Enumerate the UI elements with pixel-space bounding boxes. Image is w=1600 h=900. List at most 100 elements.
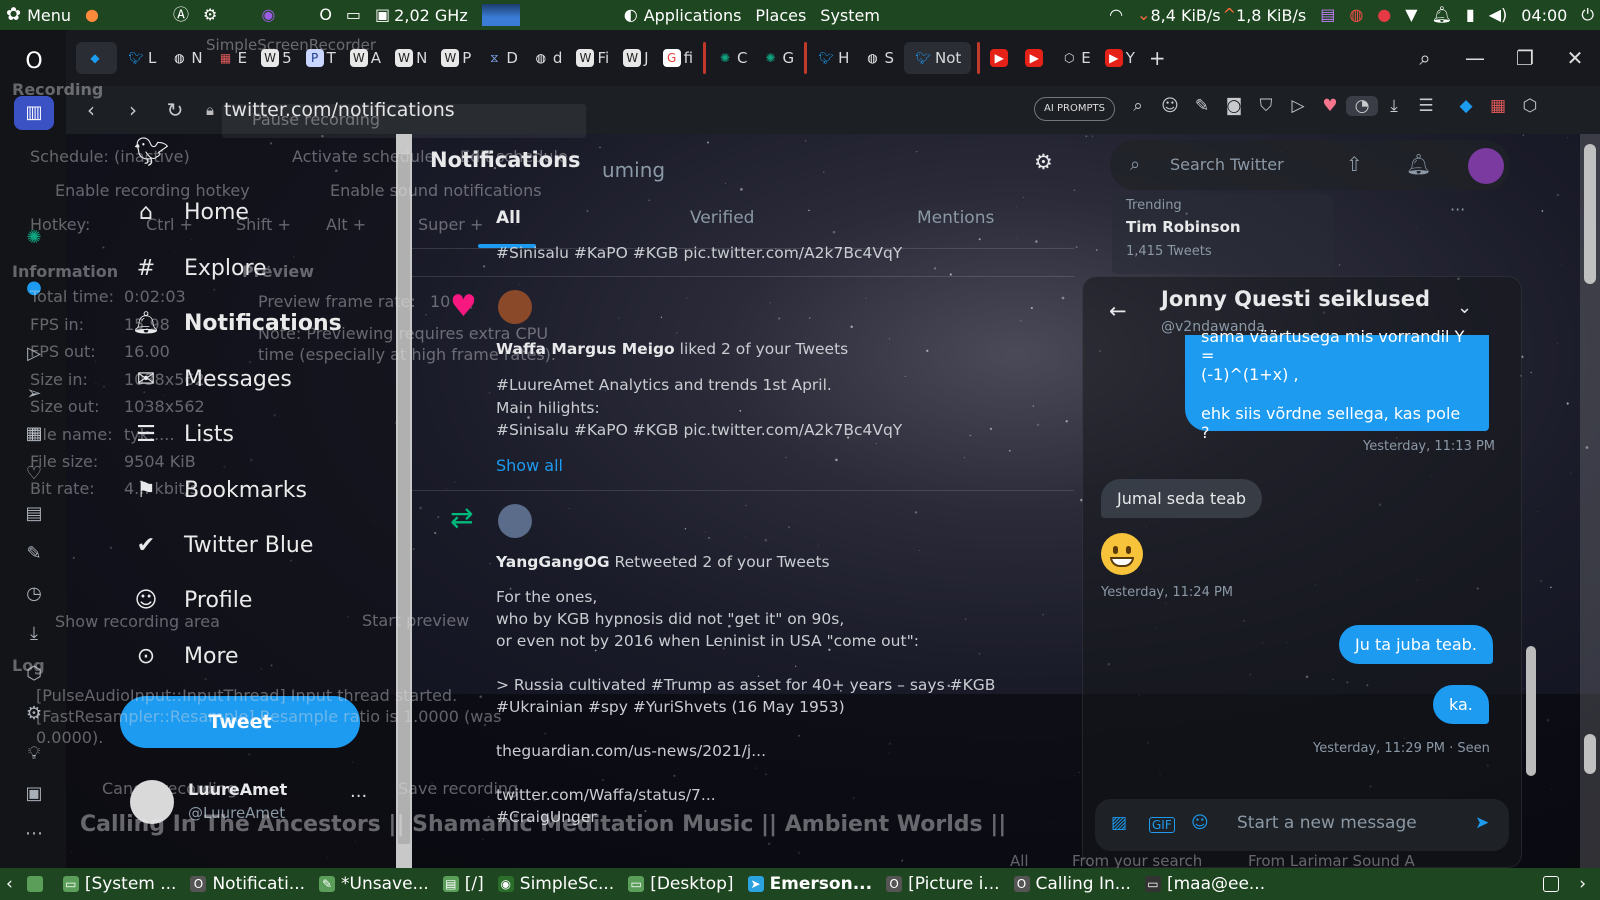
camera-icon[interactable]: ◙ — [1218, 96, 1250, 116]
avatar[interactable] — [1468, 148, 1504, 184]
system-menu[interactable]: System — [820, 6, 880, 25]
browser-tab[interactable]: WJ — [619, 42, 652, 74]
browser-tab[interactable]: WP — [437, 42, 475, 74]
clock[interactable]: 04:00 — [1521, 6, 1567, 25]
browser-tab[interactable]: ✺ C — [712, 42, 751, 74]
scrollbar-thumb[interactable] — [1584, 144, 1596, 284]
taskbar-item[interactable]: ▭ [maa@ee... — [1144, 874, 1265, 894]
browser-tab[interactable]: Gfi — [659, 42, 697, 74]
reload-button[interactable]: ↻ — [154, 98, 196, 122]
menu-button[interactable]: ✿ Menu — [6, 6, 71, 25]
wifi-icon[interactable]: ◠ — [1109, 7, 1123, 23]
twitter-sidebar-icon[interactable]: ● — [20, 274, 48, 302]
settings-gears-icon[interactable]: ⚙ — [203, 7, 217, 23]
volume-icon[interactable]: ◀) — [1489, 7, 1508, 23]
snapshot-edit-icon[interactable]: ✎ — [1186, 96, 1218, 116]
nav-item-more[interactable]: ⊙ More — [130, 636, 239, 676]
opera-icon[interactable]: O — [319, 7, 332, 23]
new-tab-button[interactable]: + — [1145, 42, 1170, 74]
vpn-icon[interactable]: ▼ — [1405, 7, 1417, 23]
browser-tab[interactable]: ▶ Y — [1101, 42, 1139, 74]
actor-name[interactable]: Waffa Margus Meigo — [496, 340, 675, 358]
pinboard-icon[interactable]: ▣ — [20, 780, 48, 808]
taskbar-item[interactable]: ◉ SimpleSc... — [497, 874, 614, 894]
easy-setup-icon[interactable]: ☰ — [1410, 96, 1442, 116]
trend-card[interactable]: Trending Tim Robinson 1,415 Tweets — [1112, 194, 1334, 274]
emoji-picker-icon[interactable]: ☺ — [1191, 813, 1209, 833]
history-icon[interactable]: ◷ — [20, 580, 48, 608]
scrollbar-thumb[interactable] — [398, 154, 410, 844]
message-input[interactable]: Start a new message — [1237, 813, 1417, 833]
taskbar-item[interactable]: O Notificati... — [190, 874, 305, 894]
browser-tab[interactable]: ▶ — [1021, 42, 1050, 74]
more-dots-icon[interactable]: ⋯ — [20, 820, 48, 848]
nav-item-bell[interactable]: 🔔︎ Notifications — [130, 303, 342, 343]
tips-icon[interactable]: 💡︎ — [20, 740, 48, 768]
nav-item-home[interactable]: ⌂ Home — [130, 192, 249, 232]
recorder-scrollbar[interactable] — [396, 134, 412, 868]
notes-icon[interactable]: ▤ — [20, 500, 48, 528]
nav-item-profile[interactable]: ☺ Profile — [130, 580, 253, 620]
show-desktop-icon[interactable] — [26, 876, 49, 892]
applications-menu[interactable]: ◐ Applications — [624, 6, 742, 25]
power-icon[interactable]: ⏻ — [1581, 7, 1594, 23]
collapse-icon[interactable]: ⌄ — [1457, 297, 1472, 318]
browser-tab[interactable]: ⧖ D — [481, 42, 522, 74]
taskbar-item[interactable]: ▭ [System ... — [62, 874, 176, 894]
taskbar-left-arrow[interactable]: ‹ — [6, 874, 13, 894]
back-button[interactable]: ‹ — [70, 98, 112, 122]
scrollbar-thumb[interactable] — [1526, 646, 1536, 776]
terminal-icon[interactable]: ▭ — [346, 7, 361, 23]
search-input[interactable]: ⌕ Search Twitter — [1110, 140, 1510, 190]
tor-icon[interactable]: ◉ — [261, 7, 275, 23]
message-bubble-incoming[interactable]: Jumal seda teab — [1101, 479, 1263, 518]
places-menu[interactable]: Places — [755, 6, 806, 25]
nav-item-bookmark[interactable]: ⚑ Bookmarks — [130, 470, 307, 510]
tab-search-icon[interactable]: ⌕ — [1400, 46, 1450, 70]
browser-tab[interactable]: 🐦︎ L — [123, 42, 160, 74]
send-tab-icon[interactable]: ▷ — [1282, 96, 1314, 116]
taskbar-item[interactable]: ▭ [Desktop] — [628, 874, 734, 894]
message-bubble-outgoing[interactable]: Ju ta juba teab. — [1339, 625, 1493, 664]
emoji-icon[interactable]: ☺ — [1154, 96, 1186, 116]
message-bubble-outgoing[interactable]: sama väärtusega mis vorrandil Y = (-1)^(… — [1185, 327, 1489, 442]
favorite-heart-icon[interactable]: ♥ — [1314, 96, 1346, 116]
taskbar-item[interactable]: O Calling In... — [1013, 874, 1131, 894]
upload-icon[interactable]: ⇧ — [1346, 154, 1363, 174]
page-scrollbar[interactable] — [1580, 134, 1600, 868]
forward-button[interactable]: › — [112, 98, 154, 122]
browser-tab[interactable]: ◍ S — [859, 42, 898, 74]
restore-button[interactable]: ❐ — [1500, 46, 1550, 70]
send-icon[interactable]: ➢ — [20, 380, 48, 408]
extension-gift-icon[interactable]: ▦ — [1482, 96, 1514, 116]
twitter-logo-icon[interactable]: 🐦︎ — [134, 138, 170, 166]
search-page-icon[interactable]: ⌕ — [1122, 96, 1154, 116]
browser-tab[interactable]: ✺ G — [758, 42, 799, 74]
browser-tab[interactable]: 🐦︎ Not — [903, 42, 972, 74]
taskbar-item[interactable]: ➤ Emerson... — [747, 874, 872, 894]
send-icon[interactable]: ➤ — [1475, 813, 1489, 833]
nav-item-hashtag[interactable]: # Explore — [130, 248, 267, 288]
actor-name[interactable]: YangGangOG — [496, 553, 610, 571]
tray-update-icon[interactable]: ◍ — [1349, 7, 1363, 23]
reading-list-icon[interactable]: ▥ — [14, 96, 54, 130]
dm-scrollbar[interactable] — [1522, 276, 1538, 786]
browser-tab[interactable]: ▦ E — [213, 42, 251, 74]
extension-gem-icon[interactable]: ◆ — [1450, 96, 1482, 116]
browser-tab[interactable]: WA — [346, 42, 385, 74]
workspace-icon[interactable] — [1543, 876, 1565, 892]
taskbar-item[interactable]: O [Picture i... — [886, 874, 1000, 894]
shield-icon[interactable]: ⛉ — [1250, 96, 1282, 116]
inkscape-icon[interactable]: Ⓐ — [173, 7, 189, 23]
browser-tab[interactable]: WN — [391, 42, 431, 74]
heart-icon[interactable]: ♡ — [20, 460, 48, 488]
more-dots-icon[interactable]: ··· — [1450, 202, 1465, 218]
downloads-icon[interactable]: ⤓ — [1378, 96, 1410, 116]
minimize-button[interactable]: — — [1450, 46, 1500, 70]
tab-verified[interactable]: Verified — [690, 208, 754, 228]
browser-tab[interactable]: 🐦︎ H — [813, 42, 853, 74]
chatgpt-icon[interactable]: ✺ — [20, 224, 48, 252]
browser-tab[interactable]: PT — [302, 42, 340, 74]
firefox-icon[interactable]: ● — [85, 7, 99, 23]
tray-record-icon[interactable]: ● — [1377, 7, 1391, 23]
